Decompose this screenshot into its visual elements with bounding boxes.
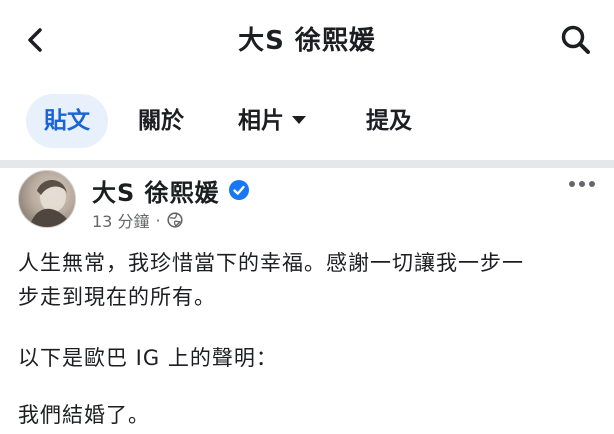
post-text-line: 我們結婚了。 bbox=[18, 403, 150, 427]
page-title: 大S 徐熙媛 bbox=[238, 26, 376, 56]
author-name[interactable]: 大S 徐熙媛 bbox=[92, 173, 220, 208]
verified-badge-icon bbox=[228, 180, 249, 200]
globe-icon bbox=[166, 212, 183, 228]
post-meta: 13 分鐘 · bbox=[92, 209, 183, 231]
search-icon bbox=[561, 25, 590, 54]
tab-photos[interactable]: 相片 bbox=[238, 94, 306, 148]
post-text-line: 步走到現在的所有。 bbox=[18, 285, 216, 309]
tab-label: 提及 bbox=[366, 108, 412, 134]
tab-mentions[interactable]: 提及 bbox=[366, 94, 412, 148]
tab-posts[interactable]: 貼文 bbox=[26, 94, 108, 148]
tab-label: 貼文 bbox=[44, 108, 90, 134]
caret-down-icon bbox=[292, 115, 306, 124]
profile-photo-icon bbox=[29, 180, 73, 227]
meta-separator: · bbox=[155, 210, 161, 230]
post-more-button[interactable] bbox=[566, 176, 598, 192]
post-author-row: 大S 徐熙媛 bbox=[92, 173, 250, 207]
tab-label: 相片 bbox=[238, 108, 284, 134]
avatar[interactable] bbox=[18, 170, 76, 228]
post-text-line: 以下是歐巴 IG 上的聲明： bbox=[18, 346, 278, 370]
search-button[interactable] bbox=[558, 22, 594, 58]
tab-about[interactable]: 關於 bbox=[138, 94, 184, 148]
post-text-line: 人生無常，我珍惜當下的幸福。感謝一切讓我一步一 bbox=[18, 251, 524, 275]
profile-tabs: 貼文 關於 相片 提及 bbox=[0, 94, 614, 150]
post-timestamp[interactable]: 13 分鐘 bbox=[92, 208, 149, 232]
more-dots-icon bbox=[569, 181, 595, 187]
tab-label: 關於 bbox=[138, 108, 184, 134]
section-divider bbox=[0, 160, 614, 168]
top-navigation-bar: 大S 徐熙媛 bbox=[0, 0, 614, 84]
